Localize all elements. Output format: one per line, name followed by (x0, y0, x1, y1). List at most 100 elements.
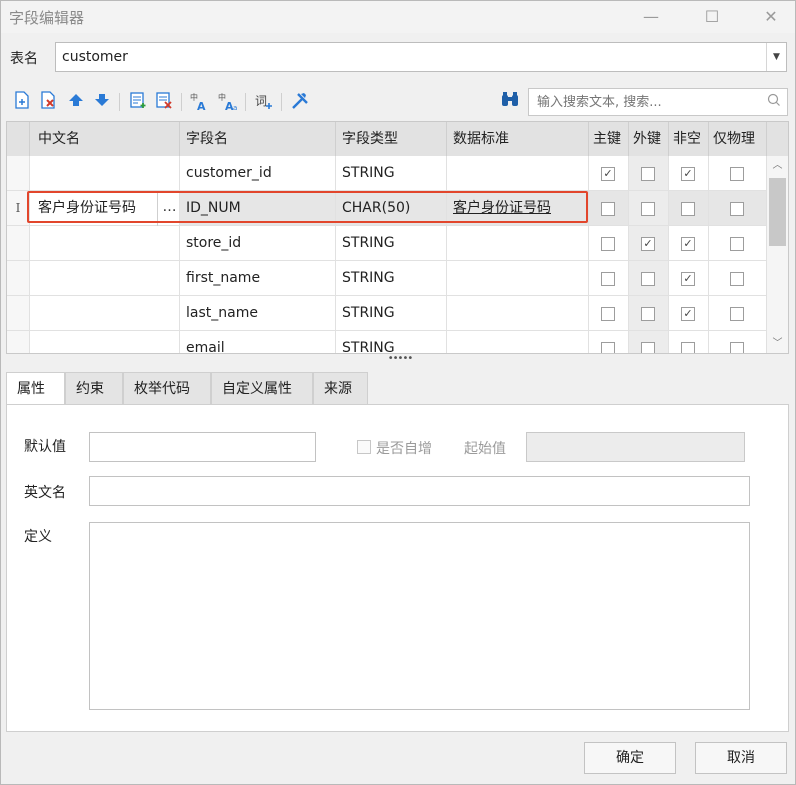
table-row[interactable]: store_id STRING ✓ ✓ (7, 226, 767, 261)
search-box[interactable] (528, 88, 788, 116)
cell-field-type[interactable]: STRING (336, 156, 447, 191)
notnull-checkbox[interactable]: ✓ (681, 307, 695, 321)
to-uppercase-icon[interactable]: 中A (189, 91, 211, 113)
tab-source[interactable]: 来源 (313, 372, 368, 405)
table-row[interactable]: email STRING (7, 331, 767, 353)
physical-checkbox[interactable] (730, 167, 744, 181)
field-editor-window: 字段编辑器 — ☐ ✕ 表名 customer ▼ 中A 中 A a 词 输入搜… (0, 0, 796, 785)
cell-field-name[interactable]: last_name (180, 296, 336, 331)
header-pk[interactable]: 主键 (589, 122, 629, 156)
fk-checkbox[interactable] (641, 202, 655, 216)
cell-field-name[interactable]: customer_id (180, 156, 336, 191)
chevron-down-icon[interactable]: ▼ (766, 43, 786, 71)
cell-standard[interactable]: 客户身份证号码 (447, 191, 589, 226)
table-name-combo[interactable]: customer ▼ (55, 42, 787, 72)
header-standard[interactable]: 数据标准 (447, 122, 589, 156)
search-input[interactable] (535, 93, 755, 111)
cell-cn-name[interactable] (30, 261, 180, 296)
notnull-checkbox[interactable]: ✓ (681, 272, 695, 286)
insert-row-icon[interactable] (127, 91, 149, 113)
pk-checkbox[interactable]: ✓ (601, 167, 615, 181)
cancel-button[interactable]: 取消 (695, 742, 787, 774)
cell-standard[interactable] (447, 226, 589, 261)
physical-checkbox[interactable] (730, 307, 744, 321)
tab-properties[interactable]: 属性 (6, 372, 65, 405)
close-button[interactable]: ✕ (756, 5, 786, 29)
word-icon[interactable]: 词 (253, 91, 275, 113)
pk-checkbox[interactable] (601, 272, 615, 286)
header-notnull[interactable]: 非空 (669, 122, 709, 156)
maximize-button[interactable]: ☐ (697, 5, 727, 29)
pk-checkbox[interactable] (601, 342, 615, 353)
chevron-down-icon[interactable]: ﹀ (767, 336, 788, 352)
binoculars-icon[interactable] (499, 91, 521, 113)
cell-standard[interactable] (447, 331, 589, 353)
default-value-field[interactable] (89, 432, 316, 462)
remove-row-icon[interactable] (153, 91, 175, 113)
header-physical[interactable]: 仅物理 (709, 122, 767, 156)
pk-checkbox[interactable] (601, 202, 615, 216)
cell-field-name[interactable]: first_name (180, 261, 336, 296)
cell-cn-name[interactable] (30, 226, 180, 261)
english-name-field[interactable] (89, 476, 750, 506)
cell-cn-name[interactable] (30, 156, 180, 191)
notnull-checkbox[interactable]: ✓ (681, 167, 695, 181)
physical-checkbox[interactable] (730, 202, 744, 216)
cell-standard[interactable] (447, 261, 589, 296)
search-icon[interactable] (767, 93, 781, 111)
fk-checkbox[interactable] (641, 307, 655, 321)
minimize-button[interactable]: — (636, 5, 666, 29)
cell-cn-name[interactable] (30, 331, 180, 353)
grid-vertical-scrollbar[interactable]: ︿ ﹀ (766, 156, 788, 353)
physical-checkbox[interactable] (730, 342, 744, 353)
cell-cn-name[interactable] (30, 296, 180, 331)
pk-checkbox[interactable] (601, 307, 615, 321)
add-field-icon[interactable] (11, 91, 33, 113)
notnull-checkbox[interactable]: ✓ (681, 237, 695, 251)
notnull-checkbox[interactable] (681, 342, 695, 353)
ellipsis-button[interactable]: … (157, 191, 181, 226)
cell-field-type[interactable]: CHAR(50) (336, 191, 447, 226)
splitter-handle[interactable]: ••••• (385, 354, 415, 366)
tools-icon[interactable] (289, 91, 311, 113)
cell-field-type[interactable]: STRING (336, 261, 447, 296)
fk-checkbox[interactable] (641, 272, 655, 286)
tab-enum-codes[interactable]: 枚举代码 (123, 372, 211, 405)
move-up-icon[interactable] (65, 91, 87, 113)
cell-field-name[interactable]: email (180, 331, 336, 353)
table-row[interactable]: customer_id STRING ✓ ✓ (7, 156, 767, 191)
cell-standard[interactable] (447, 296, 589, 331)
notnull-checkbox[interactable] (681, 202, 695, 216)
cell-field-name[interactable]: ID_NUM (180, 191, 336, 226)
header-field-type[interactable]: 字段类型 (336, 122, 447, 156)
cell-field-type[interactable]: STRING (336, 296, 447, 331)
cell-field-type[interactable]: STRING (336, 226, 447, 261)
physical-checkbox[interactable] (730, 272, 744, 286)
tab-constraints[interactable]: 约束 (65, 372, 123, 405)
row-indicator (7, 261, 30, 296)
table-row[interactable]: I 客户身份证号码… ID_NUM CHAR(50) 客户身份证号码 (7, 191, 767, 226)
cell-fk (629, 191, 669, 226)
fk-checkbox[interactable] (641, 342, 655, 353)
fk-checkbox[interactable] (641, 167, 655, 181)
cell-standard[interactable] (447, 156, 589, 191)
tab-custom-properties[interactable]: 自定义属性 (211, 372, 313, 405)
pk-checkbox[interactable] (601, 237, 615, 251)
cell-field-name[interactable]: store_id (180, 226, 336, 261)
chevron-up-icon[interactable]: ︿ (767, 158, 788, 174)
definition-field[interactable] (89, 522, 750, 710)
cell-field-type[interactable]: STRING (336, 331, 447, 353)
fk-checkbox[interactable]: ✓ (641, 237, 655, 251)
to-lowercase-icon[interactable]: 中Aa (217, 91, 239, 113)
auto-increment-checkbox[interactable] (357, 440, 371, 454)
header-field-name[interactable]: 字段名 (180, 122, 336, 156)
ok-button[interactable]: 确定 (584, 742, 676, 774)
table-row[interactable]: first_name STRING ✓ (7, 261, 767, 296)
header-fk[interactable]: 外键 (629, 122, 669, 156)
physical-checkbox[interactable] (730, 237, 744, 251)
move-down-icon[interactable] (91, 91, 113, 113)
delete-field-icon[interactable] (37, 91, 59, 113)
header-cn-name[interactable]: 中文名 (30, 122, 180, 156)
scrollbar-thumb[interactable] (769, 178, 786, 246)
table-row[interactable]: last_name STRING ✓ (7, 296, 767, 331)
